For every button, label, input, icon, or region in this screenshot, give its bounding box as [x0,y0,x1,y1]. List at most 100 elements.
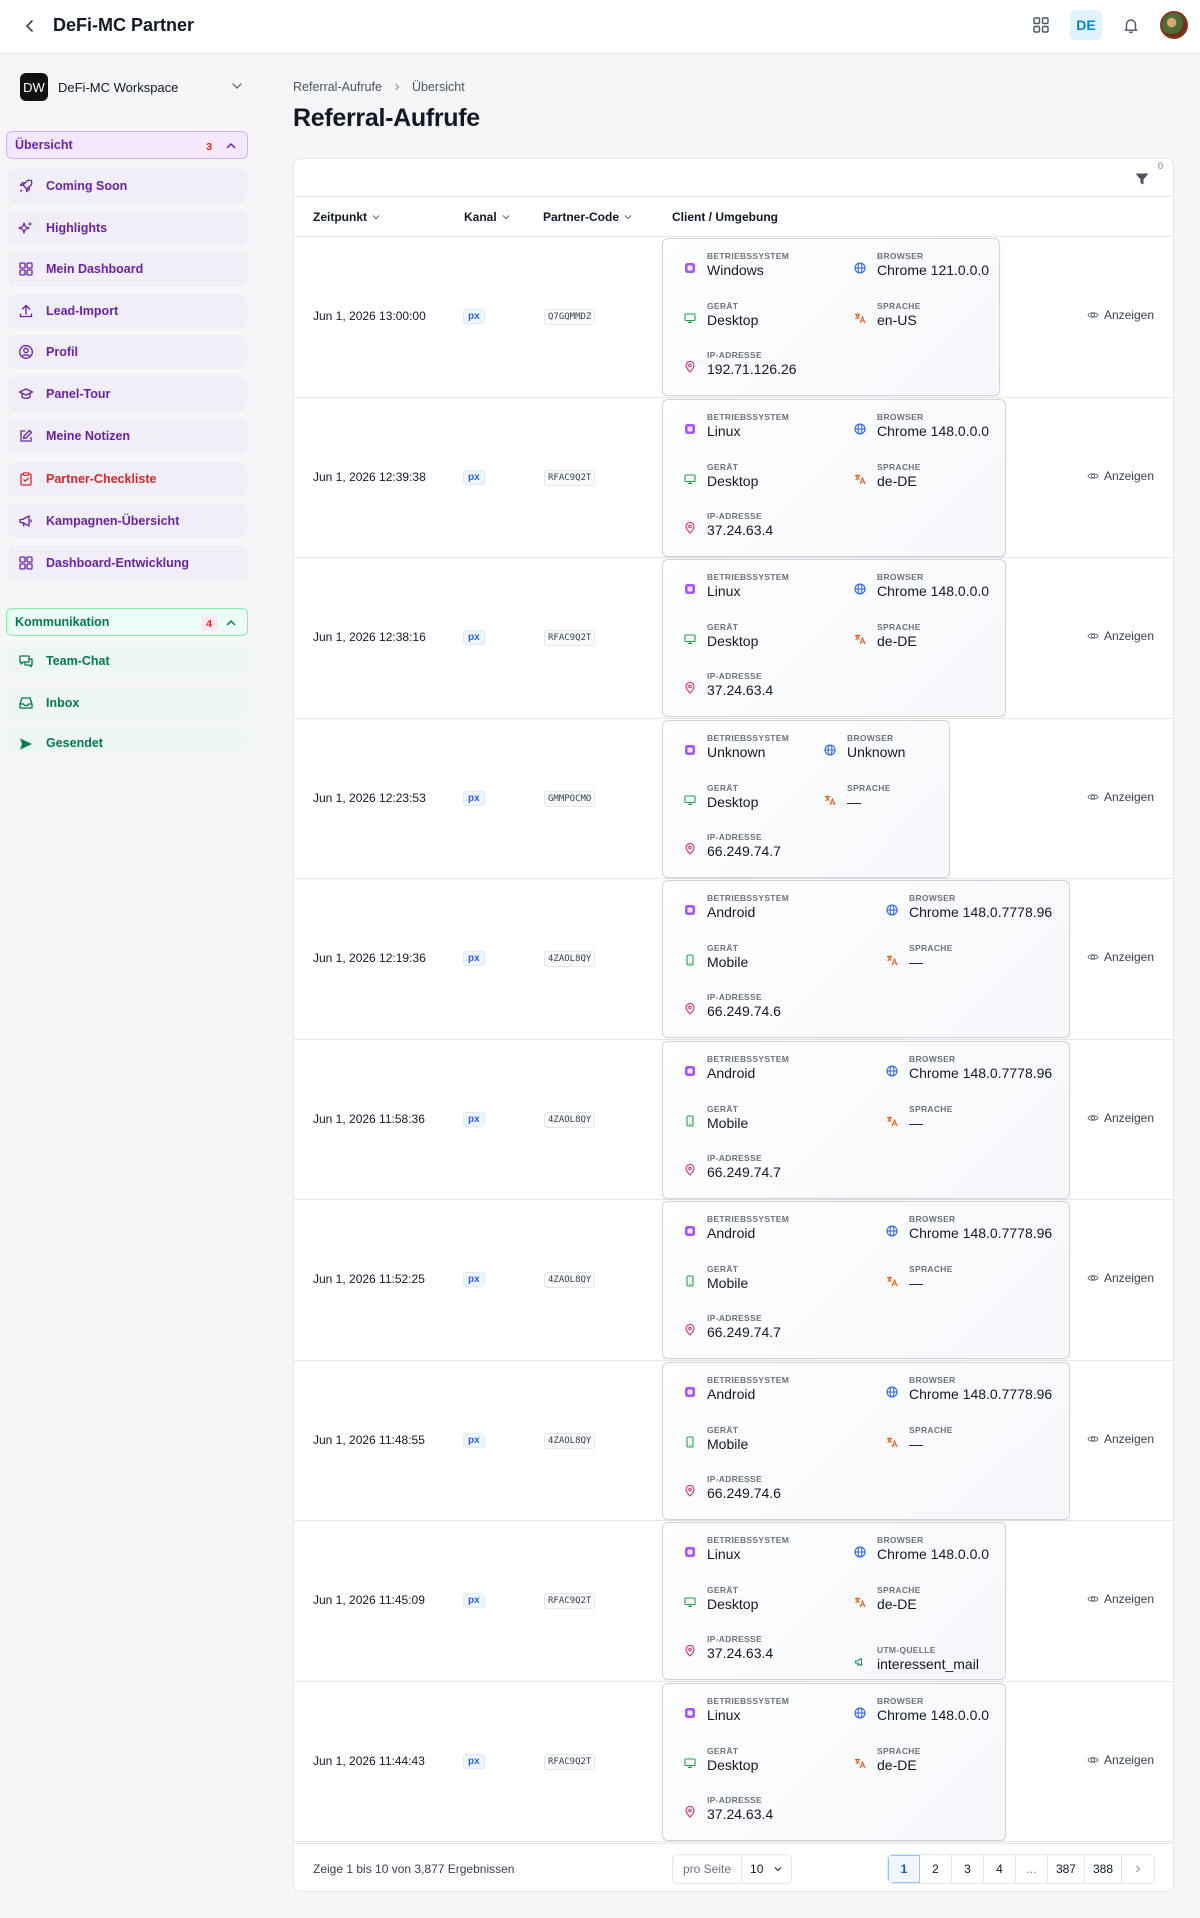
env-language: Sprache — [823,783,1013,817]
view-button[interactable]: Anzeigen [1087,308,1154,322]
per-page-label: pro Seite [673,1855,743,1883]
notifications-button[interactable] [1116,10,1146,40]
pagination: 1 2 3 4... 387 388 [886,1854,1155,1884]
sidebar-item-lead-import[interactable]: Lead-Import [8,294,247,328]
view-button[interactable]: Anzeigen [1087,1753,1154,1767]
page-button-4[interactable]: 4 [983,1855,1016,1883]
column-header-zeitpunkt[interactable]: Zeitpunkt [313,210,381,224]
env-value: Linux [707,1546,741,1562]
breadcrumb-parent[interactable]: Referral-Aufrufe [293,80,382,94]
chevron-right-icon [394,83,400,91]
smartphone-icon [683,1435,697,1449]
language-switcher[interactable]: DE [1070,10,1102,40]
sidebar-item-inbox[interactable]: Inbox [8,686,247,720]
view-button[interactable]: Anzeigen [1087,1592,1154,1606]
partner-code-badge: GMMPOCMO [544,790,596,807]
column-header-partner-code[interactable]: Partner-Code [543,210,633,224]
env-value: Desktop [707,793,759,810]
nav-group-kommunikation[interactable]: Kommunikation 4 [6,608,248,636]
client-environment-panel: Betriebssystem Unknown Browser Unknown G… [662,719,950,878]
upload-icon [16,301,36,321]
channel-badge: px [463,630,485,645]
partner-code-badge: RFAC9Q2T [544,1593,596,1609]
env-browser: Browser Unknown [823,733,1013,767]
env-browser: Browser Chrome 148.0.7778.96 [885,1375,1075,1409]
app-title: DeFi-MC Partner [53,15,195,35]
sidebar-item-partner-checkliste[interactable]: Partner-Checkliste [8,462,247,496]
top-bar: DeFi-MC Partner DE [0,0,1200,54]
cell-zeitpunkt: Jun 1, 2026 11:48:55 [313,1432,425,1447]
sidebar-item-mein-dashboard[interactable]: Mein Dashboard [8,252,247,286]
sidebar-item-panel-tour[interactable]: Panel-Tour [8,377,247,411]
chevron-down-icon [372,215,380,220]
page-button-3[interactable]: 3 [951,1855,984,1883]
sidebar-item-kampagnen-uebersicht[interactable]: Kampagnen-Übersicht [8,504,247,538]
env-os: Betriebssystem Windows [683,251,873,285]
partner-code-badge: 4ZAOL8QY [544,1432,596,1449]
env-value: Windows [707,262,764,278]
env-value: Mobile [707,1114,749,1131]
avatar[interactable] [1160,11,1188,39]
env-ip-address: IP-Adresse 37.24.63.4 [683,671,873,705]
filter-button[interactable] [1129,167,1155,191]
client-environment-panel: Betriebssystem Windows Browser Chrome 12… [662,238,1000,396]
table-footer: Zeige 1 bis 10 von 3,877 Ergebnissen pro… [294,1843,1173,1891]
env-ip-address: IP-Adresse 66.249.74.6 [683,1474,873,1508]
env-language: Sprache — [885,1104,1075,1138]
sidebar-item-highlights[interactable]: Highlights [8,211,247,245]
translate-icon [853,311,867,325]
pagination-ellipsis: ... [1015,1855,1048,1883]
view-button[interactable]: Anzeigen [1087,1111,1154,1125]
view-button[interactable]: Anzeigen [1087,790,1154,804]
table-row: Jun 1, 2026 12:23:53 px GMMPOCMO Betrieb… [294,719,1173,879]
eye-icon [1087,1435,1099,1442]
channel-badge: px [463,951,485,966]
page-button-1[interactable]: 1 [887,1855,920,1883]
env-value: — [909,1275,923,1291]
env-label: Browser [877,411,924,422]
view-button[interactable]: Anzeigen [1087,469,1154,483]
view-button[interactable]: Anzeigen [1087,1432,1154,1446]
eye-icon [1087,312,1099,318]
map-pin-icon [683,1002,697,1016]
sidebar-item-dashboard-entwicklung[interactable]: Dashboard-Entwicklung [8,546,247,580]
apps-button[interactable] [1026,10,1056,40]
env-label: Betriebssystem [707,893,790,903]
sidebar-item-coming-soon[interactable]: Coming Soon [8,169,247,203]
filter-icon [1135,173,1149,185]
next-page-button[interactable] [1122,1855,1154,1883]
sidebar: DW DeFi-MC Workspace Übersicht 3 Coming … [0,54,256,1918]
nav-group-uebersicht[interactable]: Übersicht 3 [6,131,248,159]
column-header-kanal[interactable]: Kanal [464,210,511,224]
chat-icon [16,651,36,671]
page-button-388[interactable]: 388 [1084,1855,1122,1883]
workspace-switcher[interactable]: DW DeFi-MC Workspace [20,70,246,104]
back-button[interactable] [18,14,42,38]
env-label: Browser [909,1374,956,1385]
env-label: Betriebssystem [707,1695,790,1706]
cell-zeitpunkt: Jun 1, 2026 12:23:53 [313,790,426,805]
page-button-387[interactable]: 387 [1047,1855,1085,1883]
view-button[interactable]: Anzeigen [1087,629,1154,643]
per-page-select[interactable]: pro Seite 10 [672,1854,793,1884]
sidebar-item-profil[interactable]: Profil [8,335,247,369]
table-toolbar: 0 [294,159,1173,197]
page-button-2[interactable]: 2 [919,1855,952,1883]
view-button[interactable]: Anzeigen [1087,1271,1154,1285]
env-value: 66.249.74.7 [707,1324,781,1340]
sidebar-item-gesendet[interactable]: Gesendet [8,728,247,752]
map-pin-icon [683,842,697,856]
sidebar-item-meine-notizen[interactable]: Meine Notizen [8,419,247,453]
view-button[interactable]: Anzeigen [1087,950,1154,964]
env-browser: Browser Chrome 148.0.0.0 [853,572,1043,606]
env-label: Sprache [877,622,921,632]
client-environment-panel: Betriebssystem Linux Browser Chrome 148.… [662,1522,1006,1680]
env-label: IP-Adresse [707,1473,762,1484]
eye-icon [1087,1114,1099,1121]
channel-badge: px [463,790,485,806]
env-value: de-DE [877,1596,917,1612]
sidebar-item-team-chat[interactable]: Team-Chat [8,644,247,678]
env-label: Gerät [707,943,739,953]
bell-icon [1124,19,1138,34]
env-label: Betriebssystem [707,1053,790,1064]
